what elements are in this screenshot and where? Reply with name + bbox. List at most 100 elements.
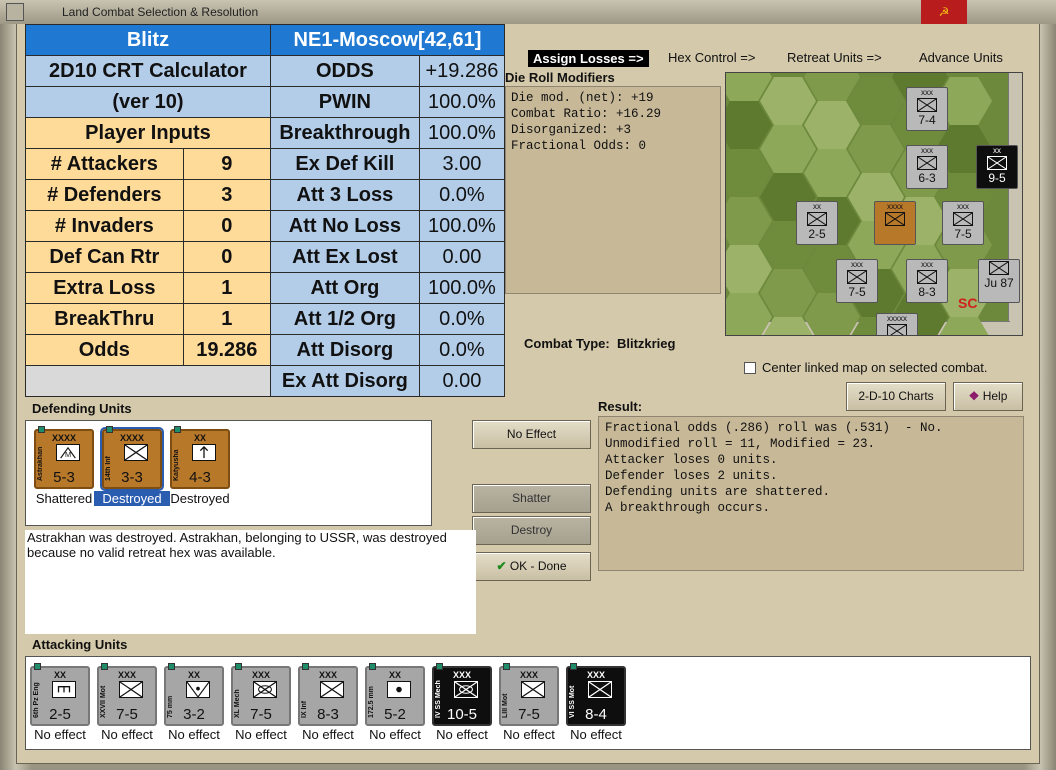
mech-unit-icon [454,681,478,698]
tab-assign-losses[interactable]: Assign Losses => [528,50,649,67]
map-unit-counter[interactable]: xxxx [874,201,916,245]
tab-hex-control[interactable]: Hex Control => [668,50,755,65]
unit-status-pip [503,663,510,670]
combat-type-value: Blitzkrieg [616,336,676,351]
map-unit-icon [885,212,905,226]
charts-button[interactable]: 2-D-10 Charts [846,382,946,411]
unit-status-label[interactable]: Destroyed [162,491,238,506]
event-message: Astrakhan was destroyed. Astrakhan, belo… [25,530,476,634]
input-label: # Invaders [25,210,184,242]
map-hex[interactable] [760,77,816,125]
unit-counter[interactable]: XXX XL Mech 7-5 [231,663,291,726]
no-effect-button[interactable]: No Effect [472,420,591,449]
output-value: 3.00 [418,148,506,180]
input-value: 0 [182,241,271,273]
map-unit-counter[interactable]: xx 9-5 [976,145,1018,189]
map-unit-icon [887,324,907,335]
center-map-label: Center linked map on selected combat. [762,360,988,375]
output-label: Att No Loss [269,210,420,242]
unit-status-label[interactable]: No effect [357,727,433,742]
map-unit-counter[interactable]: xxx 7-5 [836,259,878,303]
unit-strength: 7-5 [116,706,138,723]
unit-counter[interactable]: XXX XXVII Mot 7-5 [97,663,157,726]
shatter-button[interactable]: Shatter [472,484,591,513]
map-hex[interactable] [848,77,904,125]
help-button[interactable]: ❖ Help [953,382,1023,411]
unit-status-label[interactable]: Destroyed [94,491,170,506]
engineer-unit-icon [52,681,76,698]
artillery-unit-icon [186,681,210,698]
output-label: ODDS [269,55,420,87]
map-unit-counter[interactable]: xxx 7-5 [942,201,984,245]
map-hex[interactable] [760,125,816,173]
tab-advance-units[interactable]: Advance Units [919,50,1003,65]
map-hex[interactable] [804,101,860,149]
map-hex[interactable] [760,269,816,317]
unit-status-label[interactable]: No effect [424,727,500,742]
unit-counter[interactable]: XXX IX Inf 8-3 [298,663,358,726]
map-hex[interactable] [848,125,904,173]
checkbox-box[interactable] [744,362,756,374]
unit-counter[interactable]: XXX LIII Mot 7-5 [499,663,559,726]
input-label: # Attackers [25,148,184,180]
map-unit-counter[interactable]: Ju 87 [978,259,1020,303]
infantry-unit-icon [124,444,148,461]
map-unit-counter[interactable]: xx 2-5 [796,201,838,245]
map-unit-counter[interactable]: xxxxx [876,313,918,335]
mountain-unit-icon: M [56,444,80,461]
unit-status-label[interactable]: No effect [558,727,634,742]
unit-counter[interactable]: XXXX Astrakhan M 5-3 [34,426,94,489]
unit-status-label[interactable]: No effect [223,727,299,742]
map-unit-size: xxx [851,260,863,269]
map-hex[interactable] [804,149,860,197]
map-unit-size: xxxx [887,202,903,211]
unit-status-pip [101,663,108,670]
unit-status-label[interactable]: No effect [22,727,98,742]
map-place-label: SC [958,295,978,311]
unit-counter[interactable]: XXX IV SS Mech 10-5 [432,663,492,726]
unit-counter[interactable]: XX Katyusha 4-3 [170,426,230,489]
map-unit-counter[interactable]: xxx 8-3 [906,259,948,303]
unit-counter[interactable]: XXXX 14th Inf 3-3 [100,426,164,491]
output-label: Att Disorg [269,334,420,366]
unit-counter[interactable]: XXX VI SS Mot 8-4 [566,663,626,726]
unit-status-label[interactable]: No effect [491,727,567,742]
output-label: Ex Att Disorg [269,365,420,397]
result-line: Attacker loses 0 units. [605,453,778,467]
map-unit-strength: 6-3 [918,171,936,185]
unit-strength: 3-2 [183,706,205,723]
tab-retreat-units[interactable]: Retreat Units => [787,50,882,65]
unit-status-label[interactable]: No effect [156,727,232,742]
unit-status-pip [436,663,443,670]
unit-status-label[interactable]: Shattered [26,491,102,506]
title-bar[interactable]: Land Combat Selection & Resolution ☭ [0,0,1056,24]
map-unit-strength: 2-5 [808,227,826,241]
unit-counter[interactable]: XX 6th Pz Eng 2-5 [30,663,90,726]
result-line: Fractional odds (.286) roll was (.531) -… [605,421,943,435]
map-unit-counter[interactable]: xxx 6-3 [906,145,948,189]
linked-map-view[interactable]: xxx 7-4 xxx 6-3 xx 9-5 xx 2-5 xxxx xxx 7-5 xxx 7-5 xx… [725,72,1023,336]
unit-counter[interactable]: XX 172.5 mm 5-2 [365,663,425,726]
output-value: 0.0% [418,334,506,366]
input-label: Def Can Rtr [25,241,184,273]
center-map-checkbox[interactable]: Center linked map on selected combat. [744,360,987,375]
infantry-unit-icon [521,681,545,698]
unit-status-label[interactable]: No effect [89,727,165,742]
window-menu-icon[interactable] [6,3,24,21]
calculator-version: (ver 10) [25,86,271,118]
window-title: Land Combat Selection & Resolution [62,5,259,19]
map-unit-strength: 7-5 [954,227,972,241]
help-book-icon: ❖ [968,389,980,403]
empty-cell [25,365,271,397]
output-label: PWIN [269,86,420,118]
map-unit-size: xxx [921,146,933,155]
map-unit-strength: 7-4 [918,113,936,127]
output-label: Ex Def Kill [269,148,420,180]
destroy-button[interactable]: Destroy [472,516,591,545]
map-unit-counter[interactable]: xxx 7-4 [906,87,948,131]
unit-status-label[interactable]: No effect [290,727,366,742]
map-unit-icon [917,270,937,284]
unit-counter[interactable]: XX 75 mm 3-2 [164,663,224,726]
ok-done-button[interactable]: ✔ OK - Done [472,552,591,581]
map-unit-icon [807,212,827,226]
